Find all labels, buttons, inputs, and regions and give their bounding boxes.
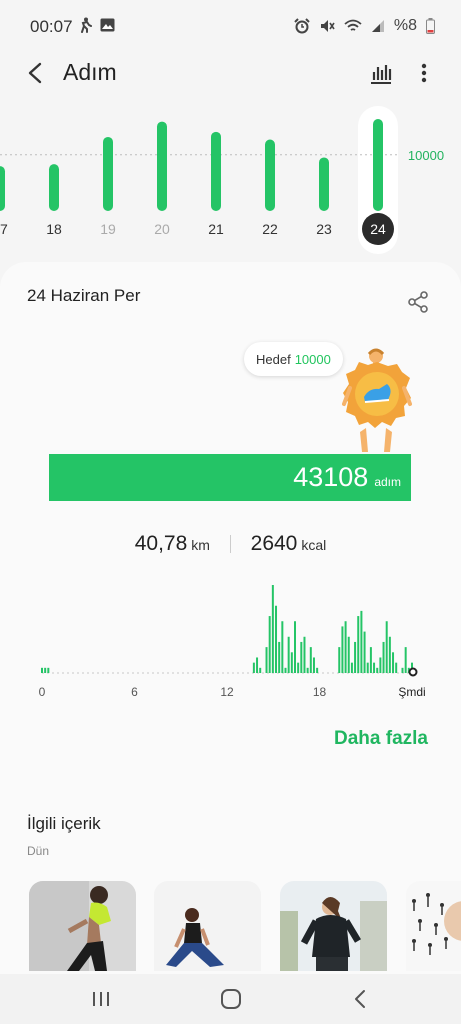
share-icon[interactable] bbox=[406, 290, 430, 314]
distance-unit: km bbox=[191, 537, 210, 553]
jogging-woman-image[interactable] bbox=[280, 881, 387, 971]
goal-value: 10000 bbox=[294, 351, 331, 367]
wifi-icon bbox=[344, 19, 362, 31]
app-bar: Adım bbox=[0, 52, 461, 96]
status-bar: 00:07 %8 bbox=[0, 0, 461, 52]
goal-label: Hedef bbox=[256, 351, 291, 367]
steps-total: 43108 adım bbox=[293, 462, 401, 493]
x-tick-label: 12 bbox=[220, 685, 234, 699]
weekly-steps-strip[interactable]: 10000 17 18 19 20 21 22 23 24 bbox=[0, 100, 461, 260]
status-time: 00:07 bbox=[30, 17, 73, 36]
recent-apps-icon[interactable] bbox=[86, 986, 116, 1012]
related-content-carousel[interactable] bbox=[29, 881, 461, 971]
x-tick-label: Şmdi bbox=[398, 685, 425, 699]
stats-row: 40,78 km 2640 kcal bbox=[0, 532, 461, 556]
day-label[interactable]: 24 bbox=[370, 221, 386, 237]
day-label[interactable]: 23 bbox=[316, 221, 332, 237]
day-label[interactable]: 18 bbox=[46, 221, 62, 237]
selected-date: 24 Haziran Per bbox=[27, 286, 141, 305]
status-left-icons bbox=[78, 17, 115, 33]
day-label[interactable]: 22 bbox=[262, 221, 278, 237]
calories-value: 2640 bbox=[250, 532, 298, 555]
exercise-diagram-image[interactable] bbox=[406, 881, 461, 971]
hourly-steps-chart: 0 6 12 18 Şmdi bbox=[39, 585, 426, 699]
hiking-icon bbox=[81, 17, 92, 33]
distance-value: 40,78 bbox=[134, 532, 188, 555]
stat-divider bbox=[229, 535, 231, 554]
goal-bubble: Hedef 10000 bbox=[244, 342, 343, 376]
image-icon bbox=[100, 18, 115, 32]
day-summary-card: 24 Haziran Per Hedef 10000 43108 adım 40,… bbox=[0, 262, 461, 974]
day-label[interactable]: 20 bbox=[154, 221, 170, 237]
goal-achieved-mascot bbox=[342, 348, 412, 452]
x-tick-label: 18 bbox=[313, 685, 327, 699]
steps-unit: adım bbox=[374, 475, 401, 489]
day-label[interactable]: 21 bbox=[208, 221, 224, 237]
x-tick-label: 6 bbox=[131, 685, 138, 699]
back-icon[interactable] bbox=[22, 58, 50, 88]
signal-icon bbox=[371, 20, 384, 32]
home-icon[interactable] bbox=[216, 986, 246, 1012]
steps-progress-bar: 43108 adım bbox=[49, 454, 411, 501]
calories-unit: kcal bbox=[301, 537, 327, 553]
more-vert-icon[interactable] bbox=[413, 58, 435, 88]
now-marker bbox=[408, 667, 418, 677]
related-content-title: İlgili içerik bbox=[27, 814, 101, 833]
goal-line-label: 10000 bbox=[408, 148, 444, 163]
fitness-woman-image[interactable] bbox=[29, 881, 136, 971]
status-right-icons: %8 bbox=[294, 17, 435, 35]
day-label[interactable]: 17 bbox=[0, 221, 8, 237]
more-button[interactable]: Daha fazla bbox=[334, 728, 428, 750]
battery-percent: %8 bbox=[393, 17, 417, 34]
battery-icon bbox=[426, 18, 435, 34]
yoga-woman-image[interactable] bbox=[154, 881, 261, 971]
system-nav-bar bbox=[0, 974, 461, 1024]
back-nav-icon[interactable] bbox=[346, 986, 376, 1012]
page-title: Adım bbox=[63, 59, 117, 85]
day-label[interactable]: 19 bbox=[100, 221, 116, 237]
related-content-subtitle: Dün bbox=[27, 844, 50, 858]
mute-icon bbox=[320, 20, 335, 32]
x-tick-label: 0 bbox=[39, 685, 46, 699]
bar-chart-icon[interactable] bbox=[368, 58, 394, 88]
alarm-icon bbox=[294, 18, 310, 34]
steps-value: 43108 bbox=[293, 462, 369, 492]
